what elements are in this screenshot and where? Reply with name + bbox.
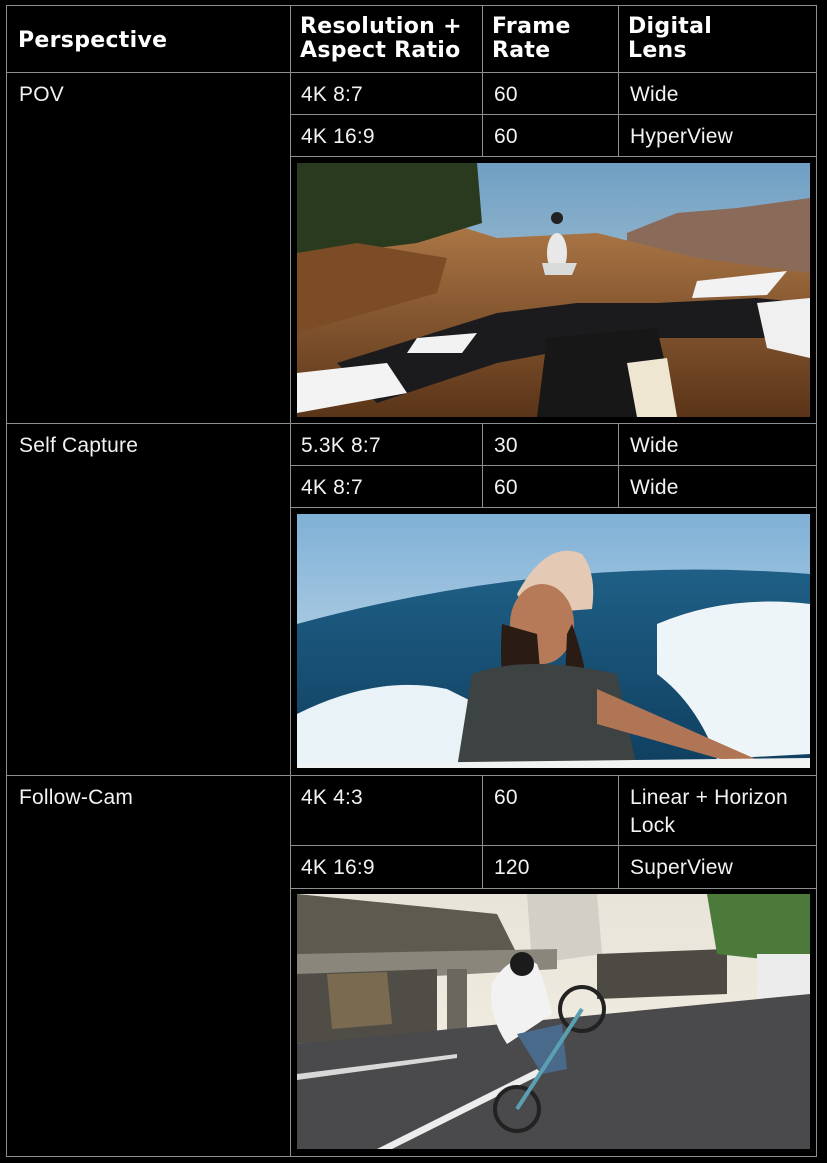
header-lens: Digital Lens [628,15,712,63]
lens-cell: Wide [630,83,679,106]
header-frame-rate-line2: Rate [492,38,551,63]
column-divider [618,775,619,888]
column-divider [618,5,619,156]
resolution-cell: 4K 16:9 [301,125,375,148]
resolution-cell: 5.3K 8:7 [301,434,381,457]
perspective-label: Self Capture [19,434,139,457]
frame-rate-cell: 60 [494,786,518,809]
table-border-bottom [6,1156,817,1157]
header-frame-rate-line1: Frame [492,14,571,39]
perspective-label: POV [19,83,64,106]
row-divider [290,507,817,508]
header-resolution-line2: Aspect Ratio [300,38,461,63]
frame-rate-cell: 60 [494,125,518,148]
resolution-cell: 4K 16:9 [301,856,375,879]
boat-selfie-photo [297,514,810,768]
header-lens-line1: Digital [628,14,713,39]
header-resolution: Resolution + Aspect Ratio [300,15,462,63]
resolution-cell: 4K 8:7 [301,83,363,106]
lens-cell-line1: Linear + Horizon [630,786,788,809]
lens-cell: Linear + Horizon Lock [630,784,788,840]
lens-cell-line2: Lock [630,814,676,837]
perspective-label: Follow-Cam [19,786,134,809]
row-divider [290,888,817,889]
column-divider [482,5,483,156]
row-divider [290,114,817,115]
section-divider [6,775,817,776]
frame-rate-cell: 120 [494,856,530,879]
motocross-pov-photo [297,163,810,417]
lens-cell: Wide [630,476,679,499]
header-frame-rate: Frame Rate [492,15,571,63]
frame-rate-cell: 60 [494,83,518,106]
resolution-cell: 4K 8:7 [301,476,363,499]
table-border-top [6,5,817,6]
frame-rate-cell: 30 [494,434,518,457]
row-divider [290,465,817,466]
column-divider [290,5,291,1157]
row-divider [290,845,817,846]
lens-cell: Wide [630,434,679,457]
lens-cell: SuperView [630,856,733,879]
header-perspective: Perspective [18,28,168,53]
frame-rate-cell: 60 [494,476,518,499]
header-divider [6,72,817,73]
lens-cell: HyperView [630,125,733,148]
table-border-right [816,5,817,1157]
column-divider [482,775,483,888]
bike-wheelie-photo [297,894,810,1149]
resolution-cell: 4K 4:3 [301,786,363,809]
specs-table: Perspective Resolution + Aspect Ratio Fr… [6,5,817,1157]
header-resolution-line1: Resolution + [300,14,462,39]
table-border-left [6,5,7,1157]
row-divider [290,156,817,157]
section-divider [6,423,817,424]
header-lens-line2: Lens [628,38,687,63]
